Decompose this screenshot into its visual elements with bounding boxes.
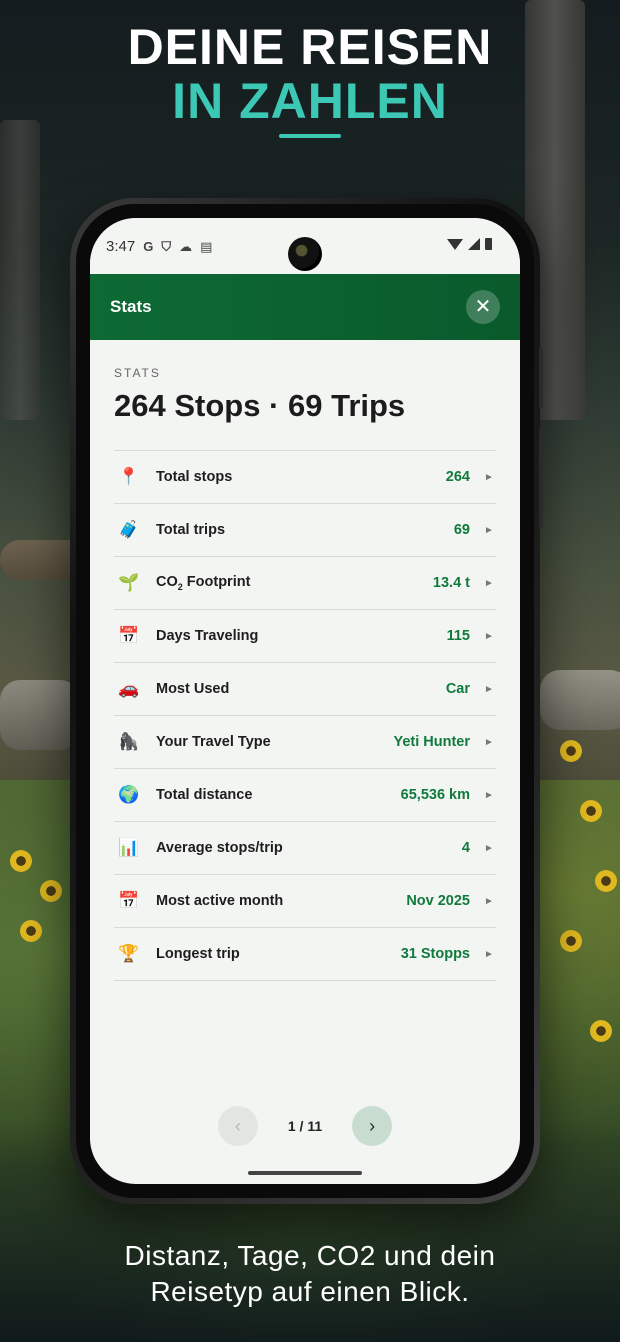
stat-label: Days Traveling xyxy=(156,628,259,644)
chevron-right-icon: ► xyxy=(484,789,494,801)
globe-icon: 🌍 xyxy=(118,785,140,804)
chevron-left-icon: ‹ xyxy=(234,1115,241,1136)
stat-label: CO2 Footprint xyxy=(156,574,251,592)
promo-headline: DEINE REISEN IN ZAHLEN xyxy=(0,20,620,138)
trophy-icon: 🏆 xyxy=(118,944,140,963)
close-icon: ✕ xyxy=(474,296,492,318)
car-icon: 🚗 xyxy=(118,679,140,698)
stat-row-average-stops[interactable]: 📊 Average stops/trip 4 ► xyxy=(114,822,496,875)
battery-icon xyxy=(485,238,492,250)
cloud-icon: ☁ xyxy=(179,238,193,254)
appbar-title: Stats xyxy=(110,297,152,316)
chevron-right-icon: › xyxy=(369,1115,376,1136)
stat-value: 264 xyxy=(445,469,470,485)
stat-value: 69 xyxy=(453,522,470,538)
stat-value: Yeti Hunter xyxy=(393,734,470,750)
stat-label: Most Used xyxy=(156,681,230,697)
stat-label: Total trips xyxy=(156,522,226,538)
chevron-right-icon: ► xyxy=(484,471,494,483)
front-camera xyxy=(288,237,322,271)
pin-icon: 📍 xyxy=(118,467,140,486)
stat-value: Car xyxy=(445,681,470,697)
status-bar: 3:47 G ⛉ ☁ ▤ xyxy=(90,218,520,274)
stat-row-total-trips[interactable]: 🧳 Total trips 69 ► xyxy=(114,504,496,557)
stat-row-total-distance[interactable]: 🌍 Total distance 65,536 km ► xyxy=(114,769,496,822)
close-button[interactable]: ✕ xyxy=(466,290,500,324)
headline-line-2: IN ZAHLEN xyxy=(172,73,448,129)
calendar-icon: 📅 xyxy=(118,626,140,645)
status-time: 3:47 xyxy=(106,238,136,255)
chevron-right-icon: ► xyxy=(484,630,494,642)
pager: ‹ 1 / 11 › xyxy=(90,1106,520,1146)
stat-label: Your Travel Type xyxy=(156,734,271,750)
stat-label: Total stops xyxy=(156,469,233,485)
caption-line-2: Reisetyp auf einen Blick. xyxy=(150,1276,470,1307)
stat-label: Average stops/trip xyxy=(156,840,283,856)
stat-label: Longest trip xyxy=(156,946,240,962)
bar-chart-icon: 📊 xyxy=(118,838,140,857)
luggage-icon: 🧳 xyxy=(118,520,140,539)
google-icon: G xyxy=(143,239,154,254)
stat-value: 4 xyxy=(461,840,470,856)
wifi-icon xyxy=(447,238,463,250)
caption-line-1: Distanz, Tage, CO2 und dein xyxy=(124,1240,496,1271)
stat-value: 13.4 t xyxy=(432,575,470,591)
stat-row-longest-trip[interactable]: 🏆 Longest trip 31 Stopps ► xyxy=(114,928,496,981)
stat-row-travel-type[interactable]: 🦍 Your Travel Type Yeti Hunter ► xyxy=(114,716,496,769)
stat-label: Total distance xyxy=(156,787,253,803)
chevron-right-icon: ► xyxy=(484,524,494,536)
stat-value: Nov 2025 xyxy=(406,893,470,909)
stat-row-total-stops[interactable]: 📍 Total stops 264 ► xyxy=(114,451,496,504)
chevron-right-icon: ► xyxy=(484,842,494,854)
stats-summary: 264 Stops · 69 Trips xyxy=(114,388,406,423)
chevron-right-icon: ► xyxy=(484,736,494,748)
chevron-right-icon: ► xyxy=(484,683,494,695)
yeti-icon: 🦍 xyxy=(118,732,140,751)
stat-row-co2-footprint[interactable]: 🌱 CO2 Footprint 13.4 t ► xyxy=(114,557,496,610)
stat-row-most-active-month[interactable]: 📅 Most active month Nov 2025 ► xyxy=(114,875,496,928)
seedling-icon: 🌱 xyxy=(118,573,140,592)
phone-screen: 3:47 G ⛉ ☁ ▤ Stats ✕ STATS 264 Stops · 6… xyxy=(90,218,520,1184)
headline-underline xyxy=(279,134,341,138)
previous-page-button[interactable]: ‹ xyxy=(217,1106,258,1146)
signal-icon xyxy=(468,238,480,250)
page-indicator: 1 / 11 xyxy=(287,1118,323,1134)
next-page-button[interactable]: › xyxy=(352,1106,393,1146)
chevron-right-icon: ► xyxy=(484,948,494,960)
stats-list: 📍 Total stops 264 ► 🧳 Total trips 69 ► 🌱… xyxy=(114,450,496,981)
chevron-right-icon: ► xyxy=(484,577,494,589)
app-bar: Stats ✕ xyxy=(90,274,520,340)
stats-overline: STATS xyxy=(114,366,161,380)
stat-value: 31 Stopps xyxy=(400,946,470,962)
stat-value: 115 xyxy=(446,628,470,644)
phone-frame: 3:47 G ⛉ ☁ ▤ Stats ✕ STATS 264 Stops · 6… xyxy=(70,198,543,1204)
headline-line-1: DEINE REISEN xyxy=(127,19,493,75)
chevron-right-icon: ► xyxy=(484,895,494,907)
shield-icon: ⛉ xyxy=(161,238,172,254)
calendar-icon: ▤ xyxy=(200,238,213,254)
stat-row-days-traveling[interactable]: 📅 Days Traveling 115 ► xyxy=(114,610,496,663)
calendar-icon: 📅 xyxy=(118,891,140,910)
stat-row-most-used[interactable]: 🚗 Most Used Car ► xyxy=(114,663,496,716)
stat-value: 65,536 km xyxy=(400,787,470,803)
stats-content: STATS 264 Stops · 69 Trips 📍 Total stops… xyxy=(90,340,520,981)
promo-caption: Distanz, Tage, CO2 und dein Reisetyp auf… xyxy=(0,1238,620,1310)
stat-label: Most active month xyxy=(156,893,284,909)
home-indicator[interactable] xyxy=(248,1171,362,1175)
